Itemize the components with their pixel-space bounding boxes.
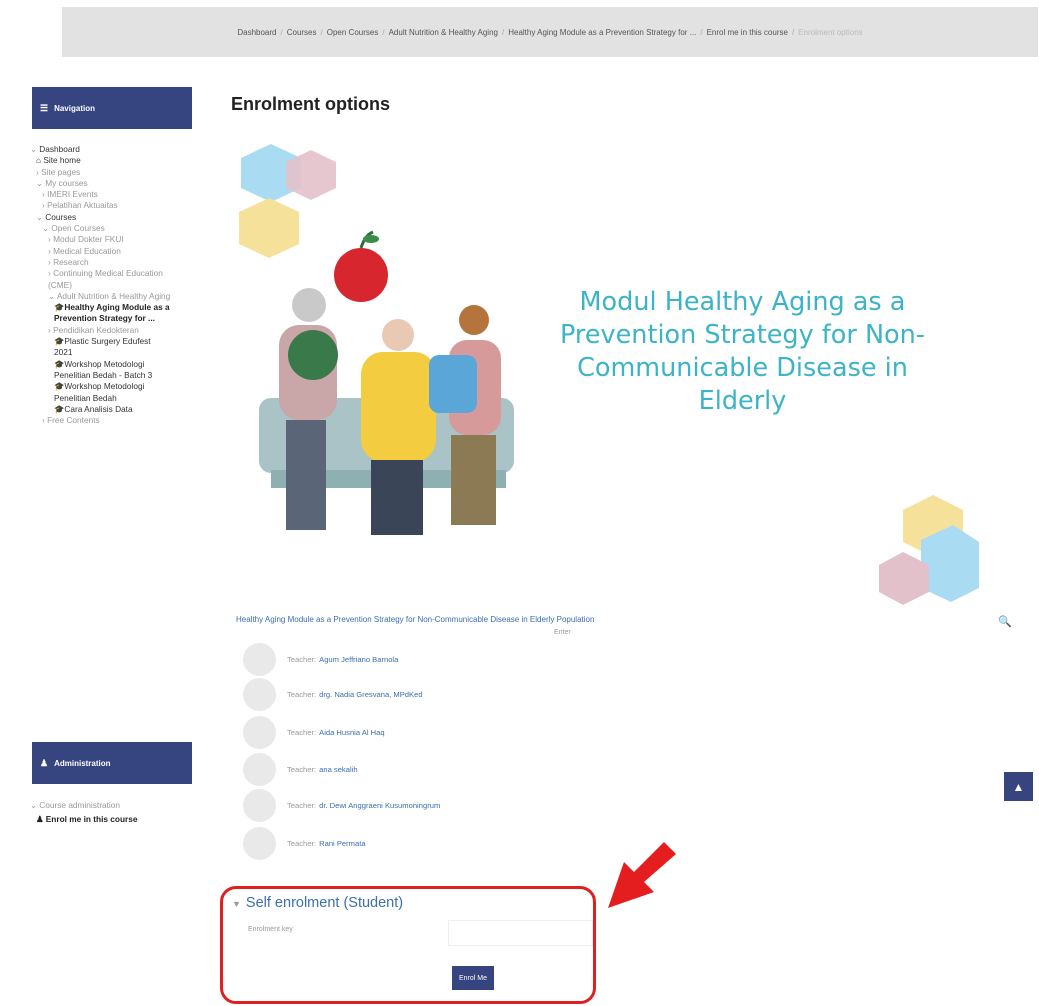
- graduation-cap-icon: 🎓: [54, 336, 65, 347]
- menu-icon: ☰: [40, 102, 49, 113]
- nav-item-pendidikan[interactable]: › Pendidikan Kedokteran: [30, 325, 168, 336]
- nav-item-site-home[interactable]: ⌂ Site home: [30, 155, 195, 166]
- teacher-name[interactable]: Rani Permata: [319, 839, 365, 848]
- breadcrumb-dashboard[interactable]: Dashboard: [237, 28, 276, 37]
- navigation-title: Navigation: [54, 103, 95, 113]
- nav-item-research[interactable]: › Research: [30, 257, 195, 268]
- user-icon: ♟: [40, 757, 49, 768]
- avatar: [243, 642, 276, 676]
- course-image-title: Modul Healthy Aging as a Prevention Stra…: [559, 287, 925, 416]
- nav-item-plastic-surgery[interactable]: 🎓Plastic Surgery Edufest 2021: [30, 336, 164, 359]
- breadcrumb-course[interactable]: Healthy Aging Module as a Prevention Str…: [508, 28, 696, 37]
- admin-item-enrol-me[interactable]: ♟ Enrol me in this course: [30, 812, 138, 826]
- nav-item-courses[interactable]: ⌄ Courses: [30, 212, 195, 223]
- nav-item-imeri-events[interactable]: › IMERI Events: [30, 189, 195, 200]
- nav-item-free-contents[interactable]: › Free Contents: [30, 415, 195, 426]
- graduation-cap-icon: 🎓: [54, 381, 65, 392]
- nav-item-adult-nutrition[interactable]: ⌄ Adult Nutrition & Healthy Aging: [30, 291, 178, 302]
- breadcrumb-courses[interactable]: Courses: [287, 28, 317, 37]
- breadcrumb-adult-nutrition[interactable]: Adult Nutrition & Healthy Aging: [389, 28, 498, 37]
- avatar: [243, 826, 276, 860]
- breadcrumb-current: Enrolment options: [798, 27, 863, 37]
- admin-item-course-administration[interactable]: ⌄ Course administration: [30, 798, 138, 812]
- nav-item-workshop-batch3[interactable]: 🎓Workshop Metodologi Penelitian Bedah - …: [30, 359, 164, 382]
- breadcrumb-open-courses[interactable]: Open Courses: [327, 28, 379, 37]
- teacher-name[interactable]: Agum Jeffriano Barnola: [319, 655, 398, 664]
- nav-item-healthy-aging[interactable]: 🎓Healthy Aging Module as a Prevention St…: [30, 302, 172, 325]
- course-name-link[interactable]: Healthy Aging Module as a Prevention Str…: [236, 615, 594, 624]
- graduation-cap-icon: 🎓: [54, 358, 65, 369]
- page-title: Enrolment options: [231, 94, 390, 114]
- teacher-row: Teacher: drg. Nadia Gresvana, MPdKed: [243, 677, 423, 711]
- search-icon[interactable]: 🔍: [998, 615, 1012, 628]
- breadcrumb: Dashboard / Courses / Open Courses / Adult …: [62, 7, 1038, 57]
- graduation-cap-icon: 🎓: [54, 302, 65, 313]
- nav-item-pelatihan[interactable]: › Pelatihan Aktuaitas: [30, 200, 195, 211]
- nav-item-site-pages[interactable]: › Site pages: [30, 167, 195, 178]
- enter-link[interactable]: Enter: [554, 629, 571, 636]
- home-icon: ⌂: [36, 155, 42, 166]
- teacher-row: Teacher: ana sekalih: [243, 752, 358, 786]
- nav-item-medical-education[interactable]: › Medical Education: [30, 246, 195, 257]
- teacher-name[interactable]: drg. Nadia Gresvana, MPdKed: [319, 690, 422, 699]
- teacher-name[interactable]: ana sekalih: [319, 765, 357, 774]
- avatar: [243, 715, 276, 749]
- nav-item-my-courses[interactable]: ⌄ My courses: [30, 178, 195, 189]
- back-to-top-button[interactable]: ▲: [1004, 772, 1033, 801]
- nav-item-open-courses[interactable]: ⌄ Open Courses: [30, 223, 195, 234]
- user-icon: ♟: [36, 814, 44, 824]
- teacher-row: Teacher: dr. Dewi Anggraeni Kusumoningru…: [243, 788, 440, 822]
- teacher-row: Teacher: Agum Jeffriano Barnola: [243, 642, 398, 676]
- chevron-up-icon: ▲: [1012, 779, 1025, 794]
- avatar: [243, 788, 276, 822]
- navigation-block-header[interactable]: ☰ Navigation: [32, 87, 192, 129]
- arrow-icon: [608, 842, 676, 908]
- teacher-row: Teacher: Rani Permata: [243, 826, 366, 860]
- nav-item-cara-analisis[interactable]: 🎓Cara Analisis Data: [30, 404, 195, 415]
- administration-title: Administration: [54, 758, 111, 768]
- avatar: [243, 677, 276, 711]
- nav-item-cme[interactable]: › Continuing Medical Education (CME): [30, 268, 178, 291]
- highlight-box: [220, 886, 596, 1004]
- breadcrumb-enrol[interactable]: Enrol me in this course: [707, 28, 788, 37]
- teacher-name[interactable]: Aida Husnia Al Haq: [319, 728, 384, 737]
- teacher-row: Teacher: Aida Husnia Al Haq: [243, 715, 385, 749]
- nav-item-dashboard[interactable]: ⌄ Dashboard: [30, 144, 195, 155]
- avatar: [243, 752, 276, 786]
- nav-item-workshop[interactable]: 🎓Workshop Metodologi Penelitian Bedah: [30, 381, 164, 404]
- graduation-cap-icon: 🎓: [54, 403, 65, 414]
- teacher-name[interactable]: dr. Dewi Anggraeni Kusumoningrum: [319, 801, 440, 810]
- nav-item-modul-dokter[interactable]: › Modul Dokter FKUI: [30, 234, 195, 245]
- course-image: Modul Healthy Aging as a Prevention Stra…: [231, 140, 1011, 615]
- navigation-tree: ⌄ Dashboard ⌂ Site home › Site pages ⌄ M…: [30, 144, 195, 426]
- administration-tree: ⌄ Course administration ♟ Enrol me in th…: [30, 798, 138, 826]
- administration-block-header[interactable]: ♟ Administration: [32, 742, 192, 784]
